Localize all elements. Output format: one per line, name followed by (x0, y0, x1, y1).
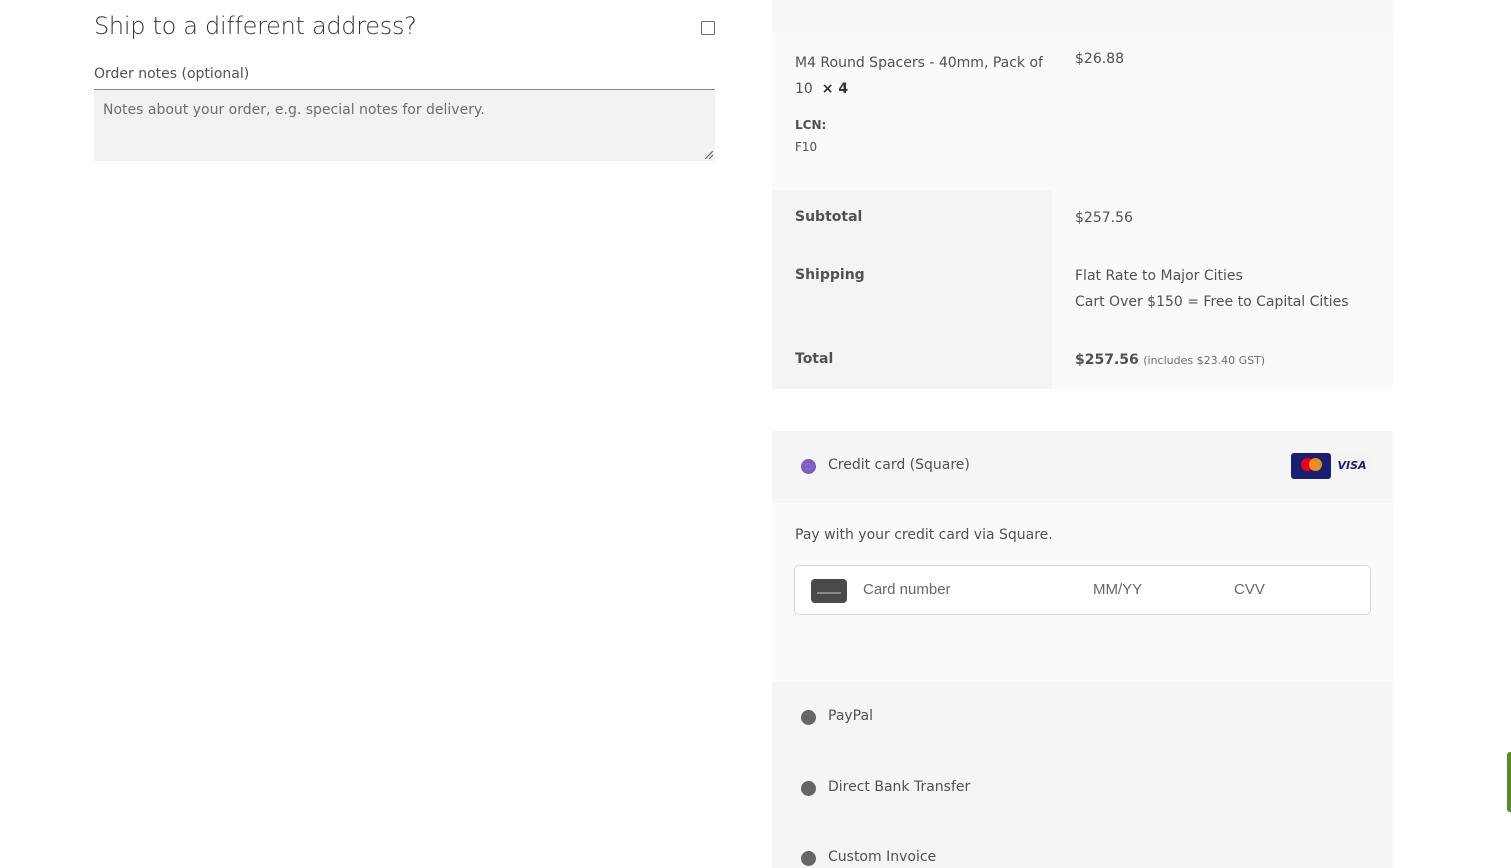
payment-method-credit-card-label[interactable]: Credit card (Square) (828, 457, 970, 473)
subtotal-label: Subtotal (795, 209, 863, 225)
payment-radio-credit-card[interactable] (801, 459, 816, 474)
visa-icon: VISA (1333, 453, 1371, 479)
product-meta-value: F10 (795, 140, 818, 154)
product-price: $26.88 (1075, 51, 1124, 67)
card-cvv-input[interactable]: CVV (1234, 581, 1265, 598)
order-notes-placeholder: Notes about your order, e.g. special not… (103, 102, 485, 118)
credit-card-description: Pay with your credit card via Square. (795, 527, 1053, 543)
shipping-option: Flat Rate to Major Cities (1075, 268, 1243, 284)
card-expiry-input[interactable]: MM/YY (1093, 581, 1142, 598)
side-feedback-tab[interactable] (1507, 752, 1511, 812)
payment-radio-paypal[interactable] (801, 710, 816, 725)
card-number-input[interactable]: Card number (863, 581, 951, 598)
product-quantity: × 4 (821, 81, 849, 97)
tax-note: (includes $23.40 GST) (1143, 354, 1266, 367)
product-meta-key: LCN: (795, 118, 827, 132)
payment-methods: Credit card (Square) VISA Pay with your … (772, 431, 1393, 868)
total-value: $257.56 (includes $23.40 GST) (1075, 347, 1265, 374)
product-name: M4 Round Spacers - 40mm, Pack of 10 × 4 (795, 50, 1045, 102)
card-details-field[interactable]: Card number MM/YY CVV (794, 565, 1371, 615)
shipping-option: Cart Over $150 = Free to Capital Cities (1075, 294, 1349, 310)
ship-to-different-address-heading: Ship to a different address? (94, 12, 417, 40)
total-label: Total (795, 351, 834, 367)
shipping-options: Flat Rate to Major Cities Cart Over $150… (1075, 263, 1349, 315)
total-amount: $257.56 (1075, 352, 1139, 368)
order-notes-textarea[interactable]: Notes about your order, e.g. special not… (94, 89, 715, 161)
payment-method-custom-invoice-label[interactable]: Custom Invoice (828, 849, 936, 865)
order-table-row-divider (772, 0, 1393, 32)
payment-radio-custom-invoice[interactable] (801, 851, 816, 866)
credit-card-icon (811, 579, 847, 603)
resize-handle-icon[interactable] (705, 151, 713, 159)
ship-to-different-address-checkbox[interactable] (701, 21, 715, 35)
order-review-table: M4 Round Spacers - 40mm, Pack of 10 × 4 … (772, 0, 1393, 389)
shipping-label: Shipping (795, 267, 865, 283)
subtotal-value: $257.56 (1075, 210, 1133, 226)
payment-radio-bank-transfer[interactable] (801, 781, 816, 796)
payment-method-bank-transfer-label[interactable]: Direct Bank Transfer (828, 779, 970, 795)
payment-method-paypal-label[interactable]: PayPal (828, 708, 873, 724)
order-notes-label: Order notes (optional) (94, 66, 250, 82)
mastercard-icon (1291, 453, 1331, 479)
